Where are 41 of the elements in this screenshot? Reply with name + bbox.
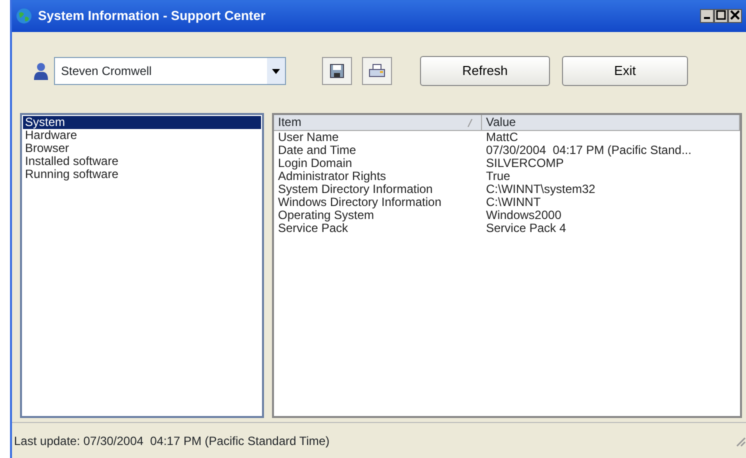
refresh-button[interactable]: Refresh: [420, 56, 550, 86]
table-cell-text: Windows2000: [485, 209, 562, 222]
table-cell-text: Service Pack: [277, 222, 348, 235]
table-cell-text: Date and Time: [277, 144, 358, 157]
exit-button[interactable]: Exit: [562, 56, 688, 86]
close-icon: [730, 10, 740, 20]
category-item[interactable]: System: [23, 116, 261, 129]
column-header[interactable]: Value: [482, 115, 740, 130]
table-cell-text: Administrator Rights: [277, 170, 388, 183]
table-cell-text: True: [485, 170, 510, 183]
maximize-icon: [716, 10, 726, 20]
category-item[interactable]: Browser: [23, 142, 261, 155]
status-text: Last update: 07/30/2004 04:17 PM (Pacific Standard Time): [14, 432, 330, 450]
table-cell-text: SILVERCOMP: [485, 157, 564, 170]
caret-icon: [272, 68, 280, 74]
category-item[interactable]: Running software: [23, 168, 261, 181]
table-cell-text: Windows Directory Information: [277, 196, 442, 209]
globe-icon: [16, 8, 32, 24]
table-cell-text: System Directory Information: [277, 183, 434, 196]
resize-grip-icon: [734, 434, 746, 446]
table-cell-text: Service Pack 4: [485, 222, 566, 235]
table-cell-text: User Name: [277, 131, 340, 144]
table-cell-text: MattC: [485, 131, 518, 144]
sort-icon: [467, 118, 473, 126]
minimize-button[interactable]: [700, 9, 714, 23]
save-button[interactable]: [322, 57, 352, 85]
category-item[interactable]: Hardware: [23, 129, 261, 142]
window-title: System Information - Support Center: [38, 7, 266, 26]
category-item[interactable]: Installed software: [23, 155, 261, 168]
table-cell-text: Operating System: [277, 209, 374, 222]
close-button[interactable]: [728, 9, 742, 23]
user-dropdown[interactable]: Steven Cromwell: [54, 57, 286, 85]
column-header[interactable]: Item: [274, 115, 482, 130]
table-cell-text: 07/30/2004 04:17 PM (Pacific Stand...: [485, 144, 692, 157]
maximize-button[interactable]: [714, 9, 728, 23]
table-cell-text: C:\WINNT\system32: [485, 183, 596, 196]
table-cell-text: C:\WINNT: [485, 196, 541, 209]
print-button[interactable]: [362, 57, 392, 85]
printer-icon: [369, 64, 385, 78]
table-cell-text: Login Domain: [277, 157, 354, 170]
user-icon: [34, 62, 48, 80]
